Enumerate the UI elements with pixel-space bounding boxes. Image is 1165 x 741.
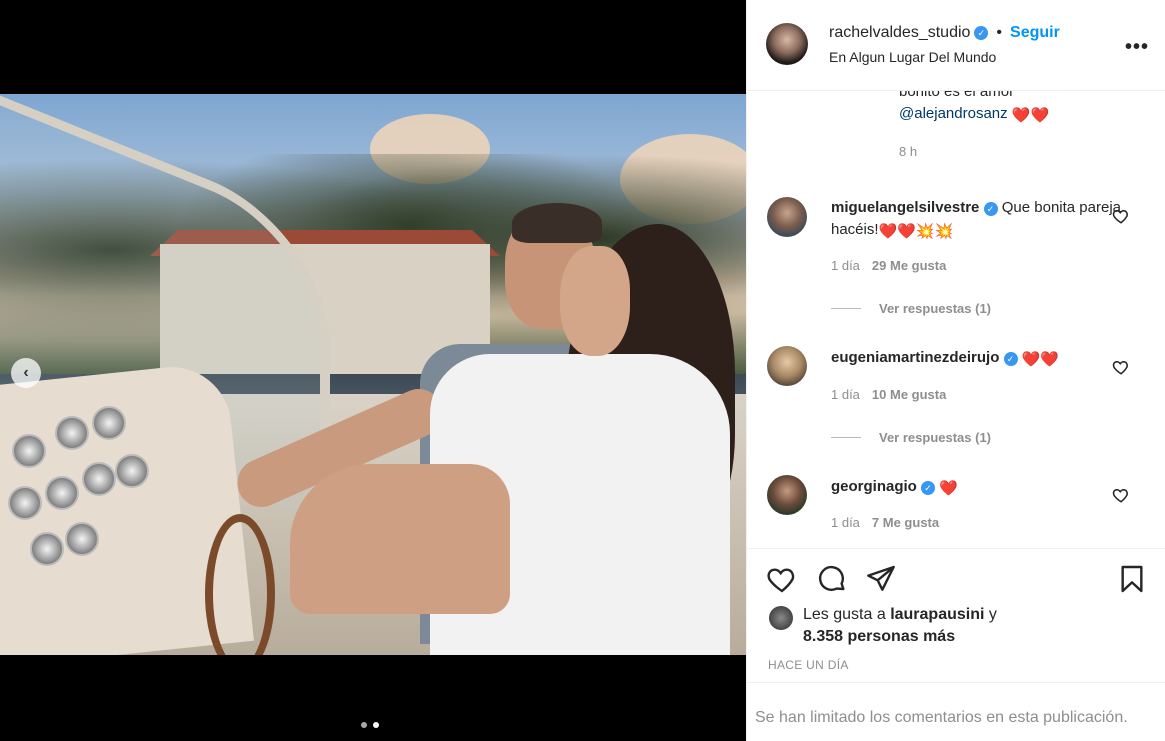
- comment-likes[interactable]: 29 Me gusta: [872, 258, 946, 273]
- carousel-dot-active: [373, 722, 379, 728]
- post-header: rachelvaldes_studio ✓ • Seguir En Algun …: [747, 0, 1165, 91]
- bookmark-icon[interactable]: [1116, 563, 1148, 595]
- separator-bullet: •: [996, 24, 1003, 41]
- carousel-dot: [361, 722, 367, 728]
- comments-limited-text: Se han limitado los comentarios en esta …: [755, 709, 1128, 726]
- post-sidebar: rachelvaldes_studio ✓ • Seguir En Algun …: [746, 0, 1165, 741]
- likes-suffix: y: [988, 606, 997, 623]
- avatar[interactable]: [767, 197, 807, 237]
- view-replies-button[interactable]: Ver respuestas (1): [831, 430, 991, 445]
- carousel-indicator: [361, 722, 379, 728]
- comments-limited-notice: Se han limitado los comentarios en esta …: [747, 682, 1165, 741]
- verified-icon: ✓: [983, 202, 998, 216]
- carousel-prev-button[interactable]: ‹: [11, 358, 41, 388]
- verified-icon: ✓: [921, 481, 936, 495]
- username-link[interactable]: rachelvaldes_studio: [829, 24, 970, 42]
- comments-list: bonito es el amor @alejandrosanz ❤️❤️ 8 …: [747, 91, 1165, 547]
- post-photo: [0, 94, 746, 655]
- replies-label: Ver respuestas (1): [879, 430, 992, 445]
- heart-icon[interactable]: [1112, 207, 1130, 225]
- heart-icon[interactable]: [1112, 358, 1130, 376]
- caption-tail-text: bonito es el amor: [899, 91, 1015, 100]
- mention-link[interactable]: @alejandrosanz: [899, 105, 1008, 122]
- post-timestamp[interactable]: HACE UN DÍA: [768, 658, 849, 672]
- share-icon[interactable]: [865, 563, 897, 595]
- liker-username[interactable]: laurapausini: [890, 606, 984, 623]
- likes-others[interactable]: 8.358 personas más: [803, 628, 955, 645]
- more-icon[interactable]: •••: [1125, 37, 1149, 57]
- replies-label: Ver respuestas (1): [879, 301, 992, 316]
- avatar[interactable]: [766, 23, 808, 65]
- comment-username[interactable]: miguelangelsilvestre: [831, 199, 979, 216]
- heart-emoji: ❤️❤️: [1011, 107, 1050, 124]
- action-bar: [747, 548, 1165, 598]
- comment-icon[interactable]: [816, 563, 848, 595]
- follow-button[interactable]: Seguir: [1010, 24, 1060, 42]
- comment-username[interactable]: georginagio: [831, 478, 917, 495]
- comment-username[interactable]: eugeniamartinezdeirujo: [831, 349, 999, 366]
- comment-emojis: ❤️❤️💥💥: [878, 223, 954, 240]
- location-link[interactable]: En Algun Lugar Del Mundo: [829, 49, 996, 65]
- verified-icon: ✓: [974, 26, 989, 40]
- comment-time[interactable]: 1 día: [831, 515, 860, 530]
- view-replies-button[interactable]: Ver respuestas (1): [831, 301, 991, 316]
- comment-emojis: ❤️❤️: [1021, 351, 1060, 368]
- comment-time[interactable]: 1 día: [831, 258, 860, 273]
- comment-time[interactable]: 1 día: [831, 387, 860, 402]
- post-dialog: ‹ rachelvaldes_studio ✓ • Seguir En Algu…: [0, 0, 1165, 741]
- caption-time: 8 h: [899, 144, 918, 159]
- avatar[interactable]: [767, 346, 807, 386]
- heart-icon[interactable]: [766, 563, 798, 595]
- avatar[interactable]: [767, 475, 807, 515]
- avatar[interactable]: [769, 606, 793, 630]
- heart-icon[interactable]: [1112, 486, 1130, 504]
- verified-icon: ✓: [1003, 352, 1018, 366]
- comment-likes[interactable]: 7 Me gusta: [872, 515, 939, 530]
- post-media: ‹: [0, 0, 746, 741]
- caption-text: bonito es el amor @alejandrosanz ❤️❤️: [899, 91, 1139, 127]
- comment-likes[interactable]: 10 Me gusta: [872, 387, 946, 402]
- chevron-left-icon: ‹: [23, 364, 29, 381]
- comment-emojis: ❤️: [939, 480, 958, 497]
- likes-prefix: Les gusta a: [803, 606, 886, 623]
